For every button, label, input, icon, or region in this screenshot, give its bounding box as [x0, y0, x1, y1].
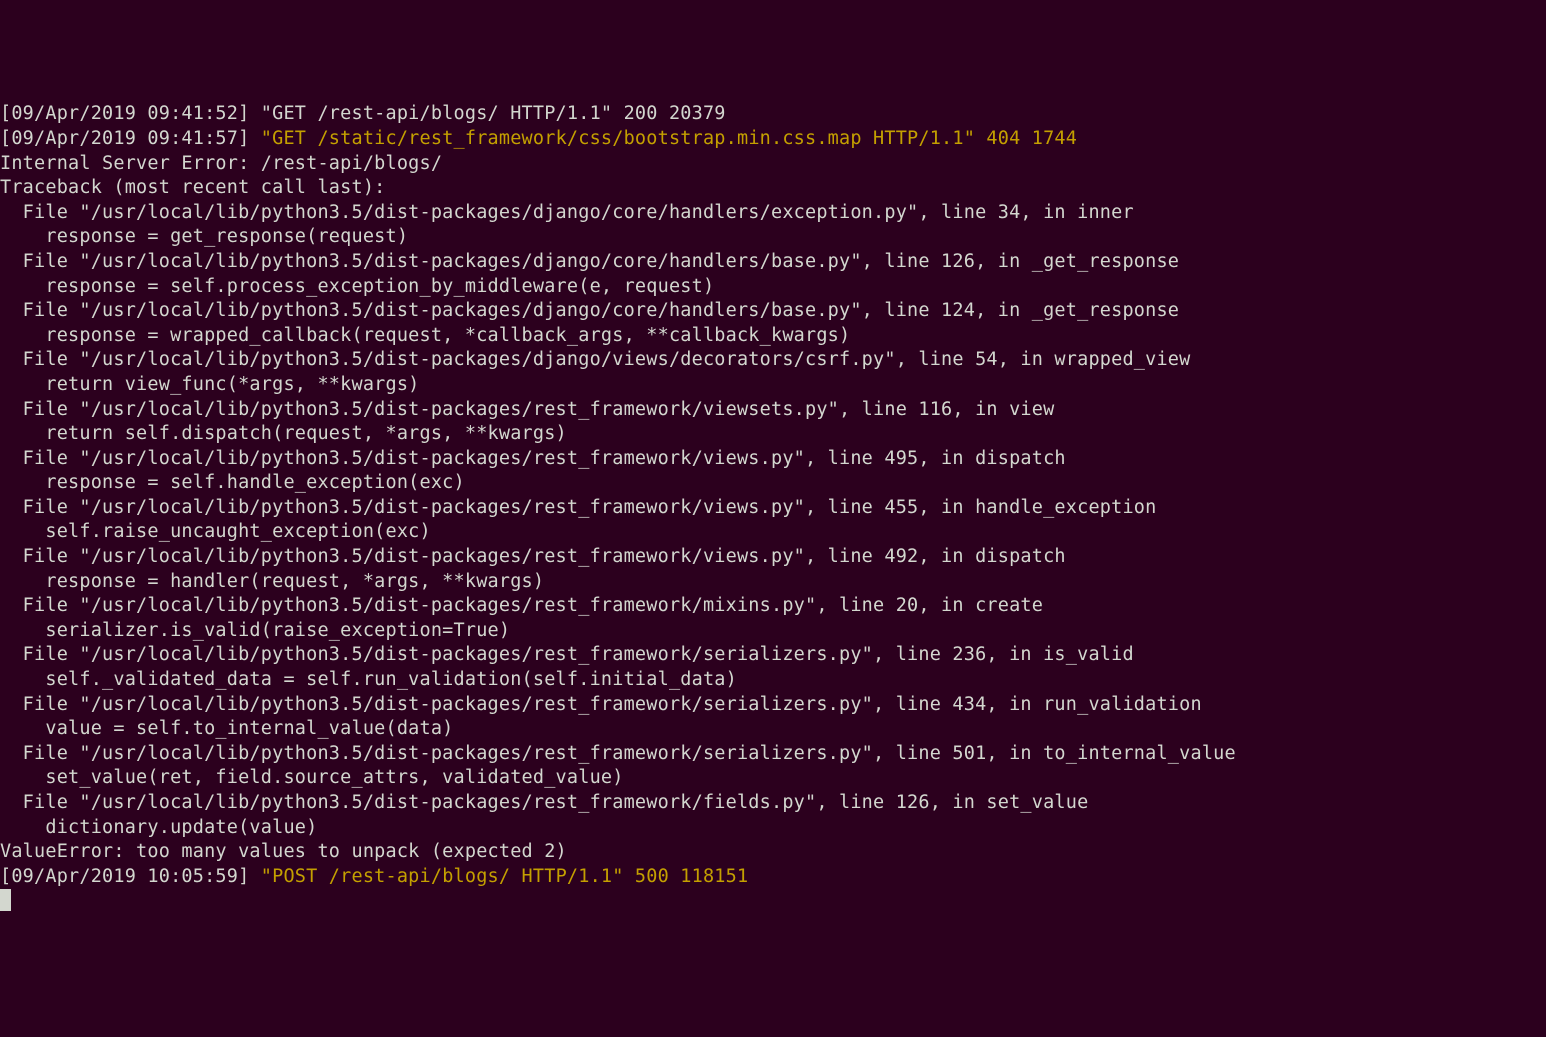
log-line: return view_func(*args, **kwargs)	[0, 373, 1546, 398]
log-line: response = handler(request, *args, **kwa…	[0, 570, 1546, 595]
log-line: [09/Apr/2019 09:41:57] "GET /static/rest…	[0, 127, 1546, 152]
log-line: File "/usr/local/lib/python3.5/dist-pack…	[0, 201, 1546, 226]
log-line: ValueError: too many values to unpack (e…	[0, 840, 1546, 865]
log-line: value = self.to_internal_value(data)	[0, 717, 1546, 742]
log-line: File "/usr/local/lib/python3.5/dist-pack…	[0, 742, 1546, 767]
log-line: File "/usr/local/lib/python3.5/dist-pack…	[0, 398, 1546, 423]
log-line: Traceback (most recent call last):	[0, 176, 1546, 201]
log-line: File "/usr/local/lib/python3.5/dist-pack…	[0, 496, 1546, 521]
log-line: File "/usr/local/lib/python3.5/dist-pack…	[0, 299, 1546, 324]
log-line: [09/Apr/2019 10:05:59] "POST /rest-api/b…	[0, 865, 1546, 890]
log-timestamp: [09/Apr/2019 10:05:59]	[0, 866, 261, 887]
log-timestamp: [09/Apr/2019 09:41:57]	[0, 128, 261, 149]
log-line: File "/usr/local/lib/python3.5/dist-pack…	[0, 447, 1546, 472]
log-line: [09/Apr/2019 09:41:52] "GET /rest-api/bl…	[0, 102, 1546, 127]
log-request-highlight: "POST /rest-api/blogs/ HTTP/1.1" 500 118…	[261, 866, 749, 887]
log-line: File "/usr/local/lib/python3.5/dist-pack…	[0, 594, 1546, 619]
cursor-line	[0, 889, 1546, 914]
log-line: response = get_response(request)	[0, 225, 1546, 250]
log-request-highlight: "GET /static/rest_framework/css/bootstra…	[261, 128, 1077, 149]
log-line: File "/usr/local/lib/python3.5/dist-pack…	[0, 348, 1546, 373]
log-line: File "/usr/local/lib/python3.5/dist-pack…	[0, 693, 1546, 718]
log-line: set_value(ret, field.source_attrs, valid…	[0, 766, 1546, 791]
log-line: response = wrapped_callback(request, *ca…	[0, 324, 1546, 349]
log-line: response = self.process_exception_by_mid…	[0, 275, 1546, 300]
log-line: File "/usr/local/lib/python3.5/dist-pack…	[0, 791, 1546, 816]
log-line: response = self.handle_exception(exc)	[0, 471, 1546, 496]
terminal-output[interactable]: [09/Apr/2019 09:41:52] "GET /rest-api/bl…	[0, 102, 1546, 914]
log-line: File "/usr/local/lib/python3.5/dist-pack…	[0, 250, 1546, 275]
log-line: File "/usr/local/lib/python3.5/dist-pack…	[0, 545, 1546, 570]
log-line: Internal Server Error: /rest-api/blogs/	[0, 152, 1546, 177]
log-line: serializer.is_valid(raise_exception=True…	[0, 619, 1546, 644]
terminal-cursor	[0, 889, 11, 911]
log-line: self._validated_data = self.run_validati…	[0, 668, 1546, 693]
log-line: File "/usr/local/lib/python3.5/dist-pack…	[0, 643, 1546, 668]
log-line: self.raise_uncaught_exception(exc)	[0, 520, 1546, 545]
log-line: return self.dispatch(request, *args, **k…	[0, 422, 1546, 447]
